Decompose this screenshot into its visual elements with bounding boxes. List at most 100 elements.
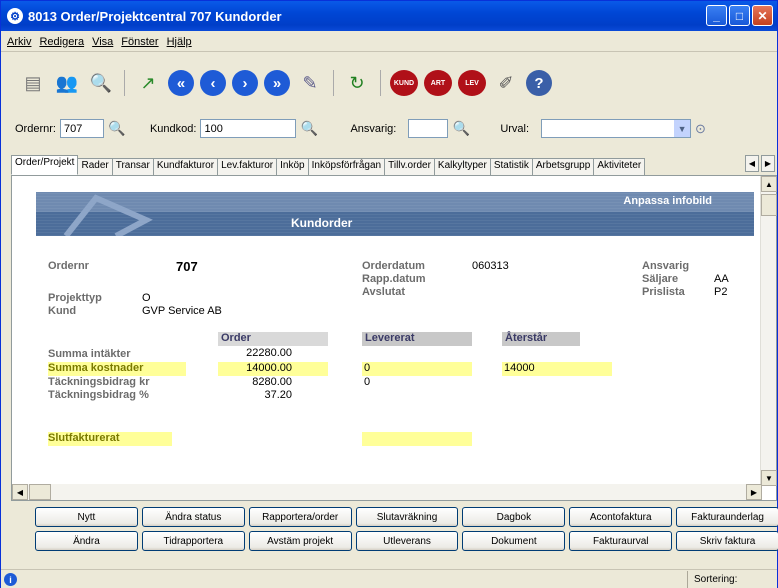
tb-pct-value: 37.20 <box>264 389 292 401</box>
ordernr-input[interactable] <box>59 119 104 138</box>
nytt-button[interactable]: Nytt <box>35 507 138 527</box>
dagbok-button[interactable]: Dagbok <box>462 507 566 527</box>
menu-redigera[interactable]: Redigera <box>39 36 84 48</box>
tb-kr-levererat-value: 0 <box>364 376 371 388</box>
tab-lev-fakturor[interactable]: Lev.fakturor <box>217 158 278 175</box>
slutavrakning-button[interactable]: Slutavräkning <box>355 507 459 527</box>
infobox: Anpassa infobild Kundorder Ordernr 707 P… <box>14 182 762 478</box>
tab-scroll-left-icon[interactable]: ◀ <box>745 155 759 172</box>
kostnader-aterstar-value: 14000 <box>504 362 535 374</box>
rappdatum-label: Rapp.datum <box>362 273 426 285</box>
menu-arkiv[interactable]: Arkiv <box>7 36 31 48</box>
next-record-icon[interactable]: › <box>232 70 258 96</box>
urval-select[interactable]: ▼ <box>541 119 692 138</box>
kundkod-label: Kundkod: <box>149 122 197 135</box>
tab-inkopsforfragan[interactable]: Inköpsförfrågan <box>307 158 386 175</box>
tab-inkop[interactable]: Inköp <box>276 158 309 175</box>
maximize-button[interactable]: □ <box>729 5 750 26</box>
main-window: ⚙ 8013 Order/Projektcentral 707 Kundorde… <box>0 0 778 588</box>
anpassa-infobild-link[interactable]: Anpassa infobild <box>623 195 712 207</box>
tidrapportera-button[interactable]: Tidrapportera <box>141 531 245 551</box>
menu-hjalp[interactable]: Hjälp <box>167 36 192 48</box>
avstam-projekt-button[interactable]: Avstäm projekt <box>248 531 352 551</box>
ansvarig-label: Ansvarig <box>642 260 690 272</box>
infobox-heading: Kundorder <box>291 216 353 230</box>
title-bar: ⚙ 8013 Order/Projektcentral 707 Kundorde… <box>1 1 777 31</box>
prislista-label: Prislista <box>642 286 685 298</box>
scroll-left-icon[interactable]: ◀ <box>12 484 28 500</box>
tab-scroll-right-icon[interactable]: ▶ <box>761 155 775 172</box>
window-title: 8013 Order/Projektcentral 707 Kundorder <box>28 8 282 24</box>
scroll-thumb[interactable] <box>761 194 777 216</box>
close-button[interactable]: ✕ <box>752 5 773 26</box>
last-record-icon[interactable]: » <box>264 70 290 96</box>
app-icon: ⚙ <box>7 8 23 24</box>
col-levererat-header: Levererat <box>362 332 472 346</box>
orderdatum-value: 060313 <box>472 260 509 272</box>
ordernr-label: Ordernr <box>48 260 89 272</box>
kundkod-input[interactable] <box>200 119 297 138</box>
col-order-header: Order <box>218 332 328 346</box>
artikel-icon[interactable]: ART <box>424 70 452 96</box>
summa-intakter-value: 22280.00 <box>246 347 292 359</box>
ansvarig-label: Ansvarig: <box>350 122 397 135</box>
search-icon[interactable]: 🔍 <box>108 120 126 138</box>
button-row-1: Nytt Ändra status Rapportera/order Sluta… <box>35 507 778 527</box>
vertical-scrollbar[interactable]: ▲ ▼ <box>760 176 777 486</box>
search-icon[interactable]: 🔍 <box>300 120 318 138</box>
tab-strip: Order/Projekt Rader Transar Kundfakturor… <box>11 155 777 175</box>
menu-visa[interactable]: Visa <box>92 36 113 48</box>
menu-fonster[interactable]: Fönster <box>121 36 158 48</box>
skriv-faktura-button[interactable]: Skriv faktura <box>676 531 778 551</box>
kund-icon[interactable]: KUND <box>390 70 418 96</box>
orderdatum-label: Orderdatum <box>362 260 425 272</box>
chart-icon[interactable]: ↗ <box>134 69 162 97</box>
saljare-label: Säljare <box>642 273 679 285</box>
andra-button[interactable]: Ändra <box>35 531 138 551</box>
minimize-button[interactable]: _ <box>706 5 727 26</box>
tab-kundfakturor[interactable]: Kundfakturor <box>152 158 219 175</box>
tb-kr-value: 8280.00 <box>252 376 292 388</box>
tab-order-projekt[interactable]: Order/Projekt <box>11 155 79 175</box>
summa-intakter-label: Summa intäkter <box>48 348 131 360</box>
acontofaktura-button[interactable]: Acontofaktura <box>569 507 673 527</box>
tab-arbetsgrupp[interactable]: Arbetsgrupp <box>531 158 595 175</box>
urval-label: Urval: <box>500 122 530 135</box>
search-icon[interactable]: 🔍 <box>452 120 470 138</box>
horizontal-scrollbar[interactable]: ◀ ▶ <box>12 484 762 500</box>
help-icon[interactable]: ? <box>526 70 552 96</box>
tab-rader[interactable]: Rader <box>77 158 113 175</box>
tab-statistik[interactable]: Statistik <box>489 158 533 175</box>
preview-icon[interactable]: 🔍 <box>87 69 115 97</box>
dokument-button[interactable]: Dokument <box>462 531 566 551</box>
fakturaurval-button[interactable]: Fakturaurval <box>569 531 673 551</box>
chevron-down-icon[interactable]: ▼ <box>674 120 691 137</box>
leverantor-icon[interactable]: LEV <box>458 70 486 96</box>
prislista-value: P2 <box>714 286 728 298</box>
avslutat-label: Avslutat <box>362 286 405 298</box>
kund-value: GVP Service AB <box>142 305 222 317</box>
tab-kalkyltyper[interactable]: Kalkyltyper <box>433 158 491 175</box>
kostnader-levererat-value: 0 <box>364 362 371 374</box>
eraser-icon[interactable]: ✎ <box>296 69 324 97</box>
binoculars-icon[interactable]: ⊙ <box>695 121 706 137</box>
utleverans-button[interactable]: Utleverans <box>355 531 459 551</box>
ansvarig-input[interactable] <box>408 119 449 138</box>
pen-icon[interactable]: ✐ <box>492 69 520 97</box>
previous-record-icon[interactable]: ‹ <box>200 70 226 96</box>
scroll-up-icon[interactable]: ▲ <box>761 176 777 192</box>
tab-transar[interactable]: Transar <box>111 158 154 175</box>
refresh-icon[interactable]: ↻ <box>343 69 371 97</box>
hscroll-thumb[interactable] <box>29 484 51 500</box>
rapportera-order-button[interactable]: Rapportera/order <box>248 507 352 527</box>
scroll-down-icon[interactable]: ▼ <box>761 470 777 486</box>
copy-icon[interactable]: ▤ <box>19 69 47 97</box>
andra-status-button[interactable]: Ändra status <box>141 507 245 527</box>
scroll-right-icon[interactable]: ▶ <box>746 484 762 500</box>
first-record-icon[interactable]: « <box>168 70 194 96</box>
users-icon[interactable]: 👥 <box>53 69 81 97</box>
tab-tillv-order[interactable]: Tillv.order <box>384 158 435 175</box>
fakturaunderlag-button[interactable]: Fakturaunderlag <box>676 507 778 527</box>
tab-aktiviteter[interactable]: Aktiviteter <box>593 158 646 175</box>
button-row-2: Ändra Tidrapportera Avstäm projekt Utlev… <box>35 531 778 551</box>
